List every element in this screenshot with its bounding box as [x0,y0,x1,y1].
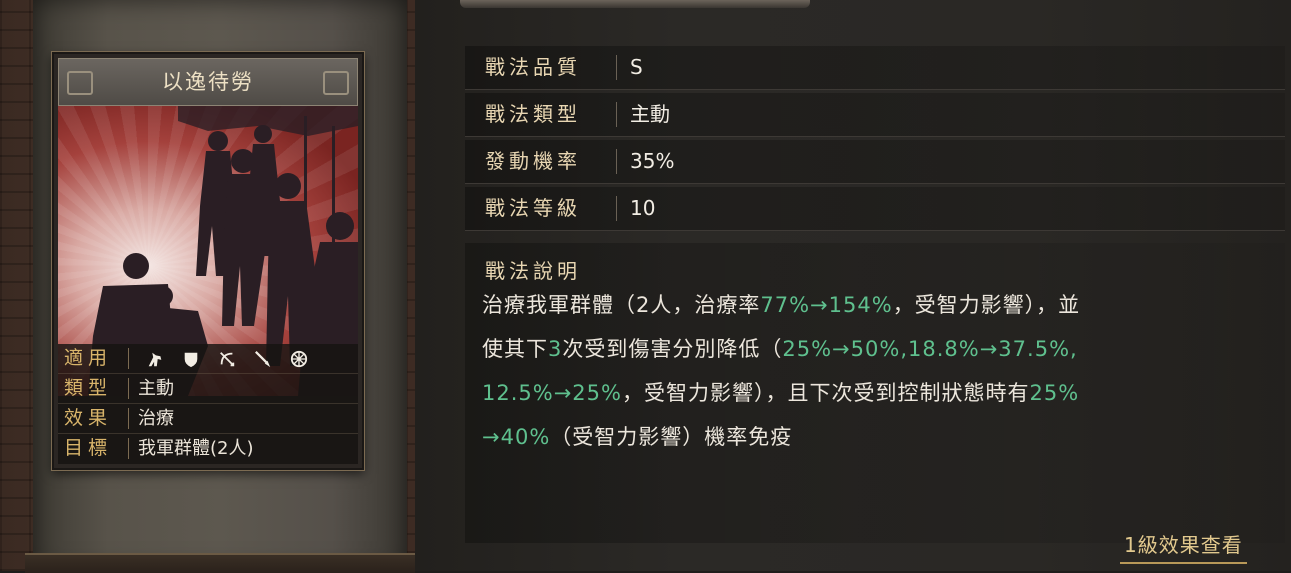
spear-icon [255,351,271,368]
attr-key: 適用 [64,347,113,369]
info-value: 10 [630,196,656,220]
info-row-level: 戰法等級 10 [465,187,1285,231]
attribute-table: 適用 類型 主動 效果 治療 目標 我軍群體(2人) [58,344,358,464]
shield-infantry-icon [184,352,198,368]
attr-row-type: 類型 主動 [58,374,358,404]
attr-value: 我軍群體(2人) [138,438,254,459]
description-line: 12.5%→25%，受智力影響），且下次受到控制狀態時有25% [482,371,1282,415]
highlight-value: 12.5%→25% [482,381,622,405]
info-row-quality: 戰法品質 S [465,46,1285,90]
attr-value: 主動 [138,378,174,399]
description-segment: 治療我軍群體（2人，治療率 [482,293,761,317]
highlight-value: 3 [548,337,563,361]
description-line: 使其下3次受到傷害分別降低（25%→50%,18.8%→37.5%, [482,327,1282,371]
info-value: 35% [630,149,675,173]
siege-wheel-icon [290,350,308,368]
info-row-trigger-rate: 發動機率 35% [465,140,1285,184]
description-line: →40%（受智力影響）機率免疫 [482,415,1282,459]
card-title-bar: 以逸待勞 [58,58,358,106]
info-label: 戰法品質 [485,55,581,79]
highlight-value: →40% [482,425,551,449]
highlight-value: 77%→154% [760,293,893,317]
cavalry-horse-icon [148,352,162,367]
description-segment: （受智力影響）機率免疫 [550,425,793,449]
attr-key: 效果 [64,407,113,429]
description-title: 戰法說明 [485,259,581,283]
info-label: 戰法類型 [485,102,581,126]
attr-value: 治療 [138,408,174,429]
description-line: 治療我軍群體（2人，治療率77%→154%，受智力影響），並 [482,283,1282,327]
archer-bow-icon [220,352,235,367]
tactic-card: 以逸待勞 適用 類型 主動 效果 治療 目標 我軍群體(2人) [52,52,364,470]
attr-row-applicable: 適用 [58,344,358,374]
attr-row-target: 目標 我軍群體(2人) [58,434,358,463]
panel-top-edge [460,0,810,8]
highlight-value: 25% [1029,381,1080,405]
info-value: S [630,55,643,79]
description-segment: 次受到傷害分別降低（ [562,337,783,361]
description-segment: ，受智力影響），並 [892,293,1081,317]
highlight-value: 25%→50%,18.8%→37.5%, [782,337,1078,361]
scroll-roller [25,553,415,573]
attr-row-effect: 效果 治療 [58,404,358,434]
info-row-type: 戰法類型 主動 [465,93,1285,137]
description-segment: ，受智力影響），且下次受到控制狀態時有 [621,381,1030,405]
attr-key: 目標 [64,437,113,459]
info-value: 主動 [630,102,670,126]
description-text: 治療我軍群體（2人，治療率77%→154%，受智力影響），並 使其下3次受到傷害分… [482,283,1282,459]
description-segment: 使其下 [482,337,548,361]
attr-key: 類型 [64,377,113,399]
info-label: 發動機率 [485,149,581,173]
info-label: 戰法等級 [485,196,581,220]
description-box: 戰法說明 治療我軍群體（2人，治療率77%→154%，受智力影響），並 使其下3次… [465,243,1285,543]
level1-effect-link[interactable]: 1級效果查看 [1120,528,1247,564]
card-title: 以逸待勞 [162,70,254,94]
